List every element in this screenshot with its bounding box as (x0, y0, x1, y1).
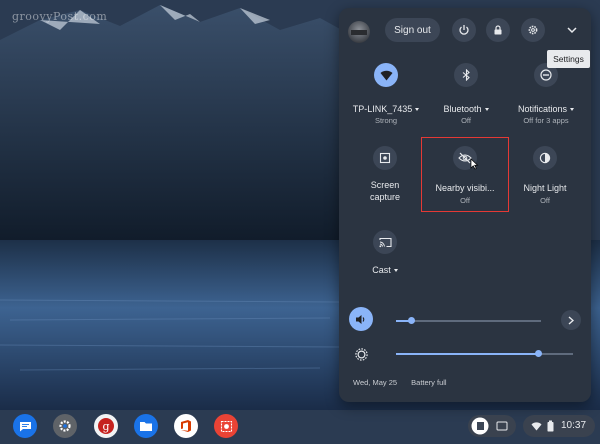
sign-out-button[interactable]: Sign out (385, 18, 440, 42)
notifications-status: Off for 3 apps (523, 116, 569, 125)
app-google-plus[interactable]: g (94, 414, 118, 438)
cast-button[interactable] (373, 230, 397, 254)
brightness-slider-thumb[interactable] (535, 350, 542, 357)
screen-capture-label-line2: capture (369, 192, 401, 202)
app-messages[interactable] (13, 414, 37, 438)
cast-label: Cast (345, 264, 425, 276)
screenshot-thumbnail-icon (471, 417, 489, 435)
audio-settings-button[interactable] (561, 310, 581, 330)
battery-text: Battery full (411, 378, 447, 387)
settings-tooltip: Settings (547, 50, 590, 68)
quick-settings-header: Sign out (339, 8, 591, 54)
lock-icon (494, 25, 502, 35)
chevron-down-icon (567, 27, 577, 34)
highlight-box (421, 137, 509, 212)
settings-app-icon (59, 420, 71, 432)
shelf: g 10:37 (0, 408, 600, 444)
office-icon (181, 420, 191, 432)
night-light-status: Off (540, 196, 550, 205)
date-text[interactable]: Wed, May 25 (353, 378, 397, 387)
app-settings[interactable] (53, 414, 77, 438)
brightness-icon (354, 347, 368, 361)
do-not-disturb-icon (540, 69, 552, 81)
avatar[interactable] (348, 21, 370, 43)
volume-icon (356, 314, 365, 324)
night-light-label: Night Light (523, 183, 567, 193)
google-plus-icon: g (98, 418, 114, 434)
messages-icon (19, 421, 31, 431)
caret-down-icon (415, 108, 420, 112)
screen-capture-button[interactable] (373, 146, 397, 170)
settings-button[interactable] (521, 18, 545, 42)
wifi-label: TP-LINK_7435 (346, 103, 426, 115)
svg-text:g: g (102, 420, 109, 433)
bluetooth-toggle[interactable] (454, 63, 478, 87)
notifications-label: Notifications (506, 103, 586, 115)
wifi-icon (380, 70, 392, 80)
power-button[interactable] (452, 18, 476, 42)
mute-button[interactable] (349, 307, 373, 331)
bluetooth-status: Off (461, 116, 471, 125)
night-light-icon (539, 152, 551, 164)
battery-icon (547, 420, 554, 432)
watermark-text: groovyPost.com (12, 10, 108, 23)
collapse-button[interactable] (562, 20, 582, 40)
screen-capture-icon (379, 152, 391, 164)
caret-down-icon (393, 269, 398, 273)
volume-slider-track[interactable] (396, 320, 541, 322)
screen-capture-label: Screen (370, 180, 400, 190)
bluetooth-icon (462, 69, 470, 81)
holding-space-tray[interactable] (468, 415, 516, 437)
gear-icon (528, 25, 538, 35)
wifi-toggle[interactable] (374, 63, 398, 87)
cast-icon (378, 237, 392, 247)
status-area[interactable]: 10:37 (523, 415, 595, 437)
app-files[interactable] (134, 414, 158, 438)
wifi-status: Strong (374, 116, 398, 125)
wifi-status-icon (531, 422, 542, 431)
power-icon (459, 25, 469, 35)
status-footer: Wed, May 25 Battery full (353, 378, 459, 387)
stylus-icon (496, 421, 508, 431)
brightness-slider-fill (396, 353, 538, 355)
files-icon (140, 421, 152, 431)
app-screen-recorder[interactable] (214, 414, 238, 438)
volume-slider-thumb[interactable] (408, 317, 415, 324)
screen-recorder-icon (220, 420, 232, 432)
brightness-icon-wrap (349, 342, 373, 366)
clock-time: 10:37 (561, 420, 587, 431)
app-office[interactable] (174, 414, 198, 438)
chevron-right-icon (568, 315, 574, 325)
bluetooth-label: Bluetooth (426, 103, 506, 115)
caret-down-icon (570, 108, 575, 112)
lock-button[interactable] (486, 18, 510, 42)
night-light-toggle[interactable] (533, 146, 557, 170)
caret-down-icon (484, 108, 489, 112)
